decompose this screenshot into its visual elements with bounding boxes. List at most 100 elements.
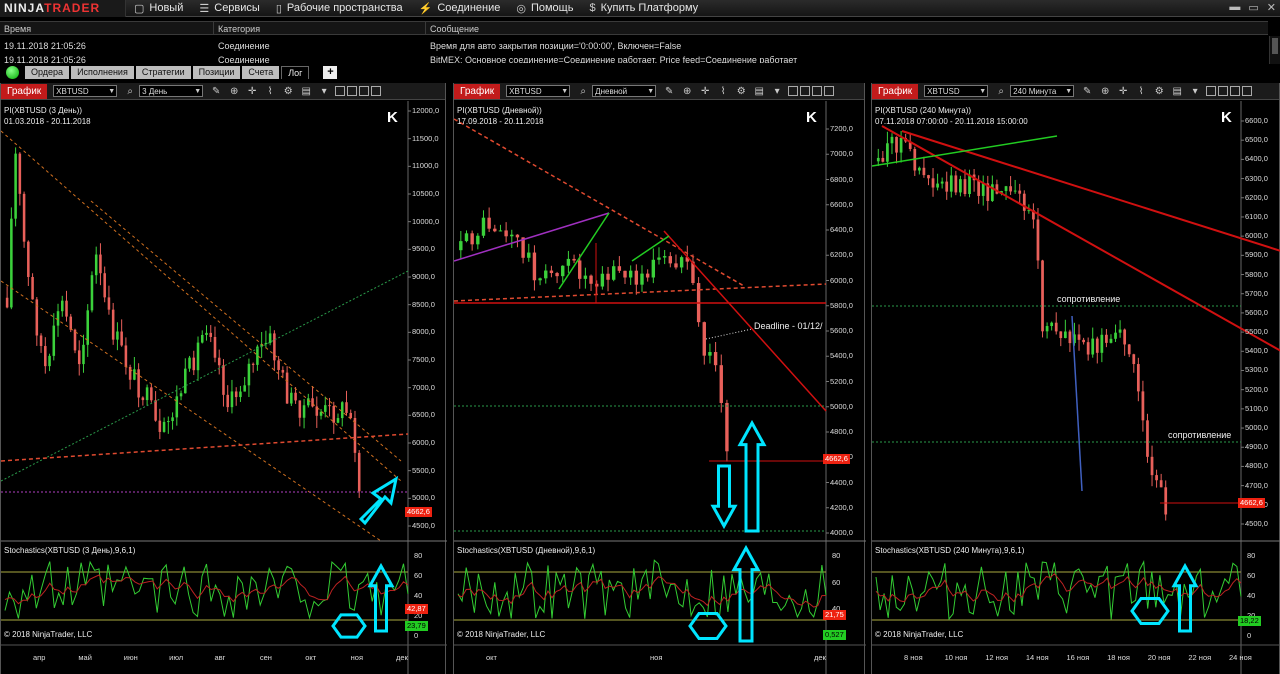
chart-menu-button[interactable]: График — [1, 83, 48, 99]
tab-log[interactable]: Лог — [281, 65, 310, 79]
dropdown-icon[interactable]: ▾ — [770, 85, 784, 98]
candle-body — [1018, 190, 1022, 194]
price-chart-svg[interactable] — [872, 101, 1280, 674]
strategies-icon[interactable]: ⚙ — [281, 85, 295, 98]
window-minimize-icon[interactable] — [788, 86, 799, 96]
candle-body — [651, 259, 656, 278]
instrument-select[interactable]: XBTUSD ▼ — [506, 85, 571, 97]
window-maximize-icon[interactable] — [359, 86, 370, 96]
candle-body — [82, 344, 85, 365]
crosshair-icon[interactable]: ✛ — [1116, 85, 1130, 98]
strategies-icon[interactable]: ⚙ — [734, 85, 748, 98]
menu-workspaces[interactable]: ▯ Рабочие пространства — [268, 0, 411, 17]
interval-select[interactable]: 240 Минута ▼ — [1010, 85, 1075, 97]
indicators-icon[interactable]: ⌇ — [1134, 85, 1148, 98]
chart-area[interactable]: PI(XBTUSD (Дневной)) 17.09.2018 - 20.11.… — [454, 101, 866, 674]
col-category-header[interactable]: Категория — [214, 22, 426, 34]
window-maximize-icon[interactable] — [812, 86, 823, 96]
pencil-icon[interactable]: ✎ — [209, 85, 223, 98]
candle-body — [27, 241, 30, 277]
window-close-icon[interactable] — [1242, 86, 1253, 96]
col-message-header[interactable]: Сообщение — [426, 22, 1268, 34]
menu-connection[interactable]: ⚡ Соединение — [411, 0, 509, 17]
indicator-title: Stochastics(XBTUSD (Дневной),9,6,1) — [457, 546, 596, 555]
search-icon[interactable]: ⌕ — [123, 85, 137, 98]
candle-body — [634, 270, 639, 285]
candle-body — [311, 398, 314, 407]
tab-accounts[interactable]: Счета — [242, 65, 280, 79]
window-minimize-icon[interactable] — [335, 86, 346, 96]
chart-area[interactable]: PI(XBTUSD (3 День)) 01.03.2018 - 20.11.2… — [1, 101, 447, 674]
indicator-title: Stochastics(XBTUSD (240 Минута),9,6,1) — [875, 546, 1025, 555]
indicators-icon[interactable]: ⌇ — [716, 85, 730, 98]
tab-strategies[interactable]: Стратегии — [135, 65, 191, 79]
candle-body — [931, 178, 935, 188]
interval-select[interactable]: Дневной ▼ — [592, 85, 657, 97]
zoom-icon[interactable]: ⊕ — [1098, 85, 1112, 98]
menu-services[interactable]: ☰ Сервисы — [191, 0, 267, 17]
candle-body — [162, 421, 166, 432]
candle-body — [549, 270, 554, 274]
chart-area[interactable]: PI(XBTUSD (240 Минута)) 07.11.2018 07:00… — [872, 101, 1280, 674]
minimize-icon[interactable]: ▬ — [1229, 1, 1240, 14]
candle-body — [1059, 331, 1063, 339]
candle-body — [90, 275, 94, 311]
strategies-icon[interactable]: ⚙ — [1152, 85, 1166, 98]
price-axis-label: 5000,0 — [830, 401, 853, 411]
maximize-icon[interactable]: ▭ — [1248, 1, 1258, 14]
candle-body — [899, 137, 903, 153]
indicators-icon[interactable]: ⌇ — [263, 85, 277, 98]
tab-executions[interactable]: Исполнения — [71, 65, 134, 79]
crosshair-icon[interactable]: ✛ — [245, 85, 259, 98]
candle-body — [281, 369, 285, 373]
window-restore-icon[interactable] — [1218, 86, 1229, 96]
price-axis-label: 11500,0 — [412, 133, 439, 143]
price-chart-svg[interactable] — [454, 101, 866, 674]
search-icon[interactable]: ⌕ — [576, 85, 590, 98]
window-restore-icon[interactable] — [800, 86, 811, 96]
zoom-icon[interactable]: ⊕ — [227, 85, 241, 98]
zoom-icon[interactable]: ⊕ — [680, 85, 694, 98]
osc-axis-label: 80 — [1247, 551, 1256, 560]
tab-orders[interactable]: Ордера — [25, 65, 70, 79]
pencil-icon[interactable]: ✎ — [662, 85, 676, 98]
pencil-icon[interactable]: ✎ — [1080, 85, 1094, 98]
candle-body — [39, 335, 43, 347]
price-axis-label: 10500,0 — [412, 189, 440, 198]
dropdown-icon[interactable]: ▾ — [1188, 85, 1202, 98]
copyright: © 2018 NinjaTrader, LLC — [457, 630, 546, 639]
log-scrollbar[interactable] — [1269, 36, 1280, 64]
search-icon[interactable]: ⌕ — [994, 85, 1008, 98]
interval-select[interactable]: 3 День ▼ — [139, 85, 204, 97]
properties-icon[interactable]: ▤ — [1170, 85, 1184, 98]
instrument-select[interactable]: XBTUSD ▼ — [924, 85, 989, 97]
tab-positions[interactable]: Позиции — [192, 65, 241, 79]
candle-body — [628, 270, 633, 278]
properties-icon[interactable]: ▤ — [299, 85, 313, 98]
add-tab-button[interactable]: + — [323, 65, 338, 79]
price-axis-label: 9500,0 — [412, 244, 435, 254]
candle-body — [5, 297, 9, 308]
window-maximize-icon[interactable] — [1230, 86, 1241, 96]
log-row[interactable]: 19.11.2018 21:05:26 Соединение BitMEX: О… — [0, 53, 1268, 63]
chart-menu-button[interactable]: График — [454, 83, 501, 99]
col-time-header[interactable]: Время — [0, 22, 214, 34]
dropdown-icon[interactable]: ▾ — [317, 85, 331, 98]
properties-icon[interactable]: ▤ — [752, 85, 766, 98]
instrument-select[interactable]: XBTUSD ▼ — [53, 85, 118, 97]
menu-help[interactable]: ◎ Помощь — [508, 0, 581, 17]
candle-body — [1013, 190, 1017, 192]
log-row[interactable]: 19.11.2018 21:05:26 Соединение Время для… — [0, 39, 1268, 53]
window-minimize-icon[interactable] — [1206, 86, 1217, 96]
close-icon[interactable]: ✕ — [1267, 1, 1276, 14]
menu-buy[interactable]: $ Купить Платформу — [581, 0, 706, 17]
price-chart-svg[interactable] — [1, 101, 447, 674]
price-axis-label: 5900,0 — [1245, 250, 1268, 260]
menu-new[interactable]: ▢ Новый — [126, 0, 191, 17]
window-close-icon[interactable] — [371, 86, 382, 96]
window-restore-icon[interactable] — [347, 86, 358, 96]
crosshair-icon[interactable]: ✛ — [698, 85, 712, 98]
chart-menu-button[interactable]: График — [872, 83, 919, 99]
window-close-icon[interactable] — [824, 86, 835, 96]
time-axis-label: 10 ноя — [944, 653, 968, 662]
